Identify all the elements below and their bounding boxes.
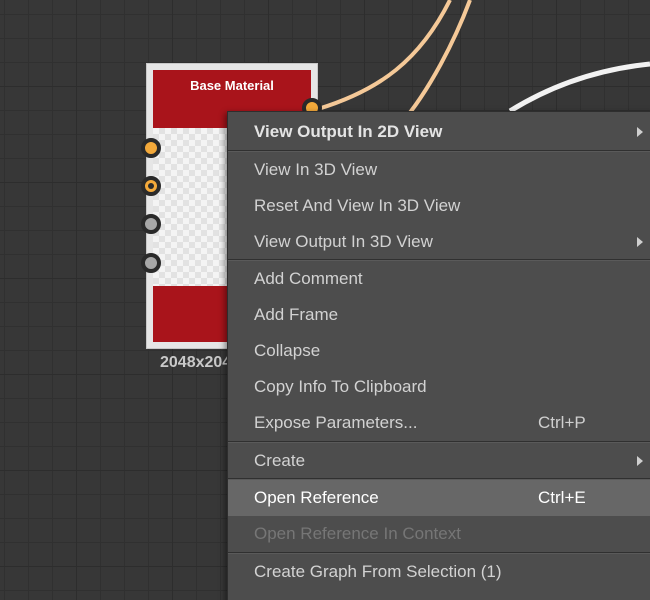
menu-item-label: Add Frame xyxy=(254,305,339,324)
menu-item-label: Open Reference In Context xyxy=(254,524,461,543)
context-menu[interactable]: View Output In 2D View View In 3D View R… xyxy=(227,111,650,600)
menu-item-label: Expose Parameters... xyxy=(254,413,418,432)
menu-item-view-3d[interactable]: View In 3D View xyxy=(228,152,650,188)
menu-item-copy-info[interactable]: Copy Info To Clipboard xyxy=(228,369,650,405)
menu-item-add-frame[interactable]: Add Frame xyxy=(228,297,650,333)
port-connected-dot xyxy=(148,183,154,189)
menu-item-add-comment[interactable]: Add Comment xyxy=(228,261,650,297)
menu-item-shortcut: Ctrl+E xyxy=(538,488,586,507)
menu-item-label: Create xyxy=(254,451,306,470)
menu-item-label: Copy Info To Clipboard xyxy=(254,377,427,396)
graph-canvas[interactable]: Base Material 2048x2048 View Output In 2… xyxy=(0,0,650,600)
wire-3 xyxy=(508,61,650,114)
menu-item-reset-view-3d[interactable]: Reset And View In 3D View xyxy=(228,188,650,224)
node-title: Base Material xyxy=(190,78,274,93)
wire-1 xyxy=(317,0,452,111)
menu-item-label: Open Reference xyxy=(254,488,379,507)
menu-item-shortcut: Ctrl+P xyxy=(538,413,586,432)
menu-item-create[interactable]: Create xyxy=(228,443,650,479)
menu-item-create-graph[interactable]: Create Graph From Selection (1) xyxy=(228,554,650,590)
node-header[interactable]: Base Material xyxy=(153,70,311,101)
menu-item-open-reference[interactable]: Open Reference Ctrl+E xyxy=(228,480,650,516)
menu-item-view-output-2d[interactable]: View Output In 2D View xyxy=(228,114,650,150)
menu-item-expose-parameters[interactable]: Expose Parameters... Ctrl+P xyxy=(228,405,650,441)
menu-item-label: View Output In 3D View xyxy=(254,232,433,251)
input-port-2[interactable] xyxy=(141,176,161,196)
input-port-1[interactable] xyxy=(141,138,161,158)
menu-item-view-output-3d[interactable]: View Output In 3D View xyxy=(228,224,650,260)
submenu-arrow-icon xyxy=(637,237,643,247)
input-port-4[interactable] xyxy=(141,253,161,273)
menu-item-label: Reset And View In 3D View xyxy=(254,196,461,215)
input-port-3[interactable] xyxy=(141,214,161,234)
menu-item-open-reference-context: Open Reference In Context xyxy=(228,516,650,552)
menu-item-label: Create Graph From Selection (1) xyxy=(254,562,502,581)
menu-item-label: Add Comment xyxy=(254,269,363,288)
menu-item-label: Collapse xyxy=(254,341,321,360)
wire-2 xyxy=(398,0,472,127)
submenu-arrow-icon xyxy=(637,456,643,466)
submenu-arrow-icon xyxy=(637,127,643,137)
menu-item-label: View Output In 2D View xyxy=(254,122,443,141)
menu-item-collapse[interactable]: Collapse xyxy=(228,333,650,369)
menu-item-label: View In 3D View xyxy=(254,160,378,179)
